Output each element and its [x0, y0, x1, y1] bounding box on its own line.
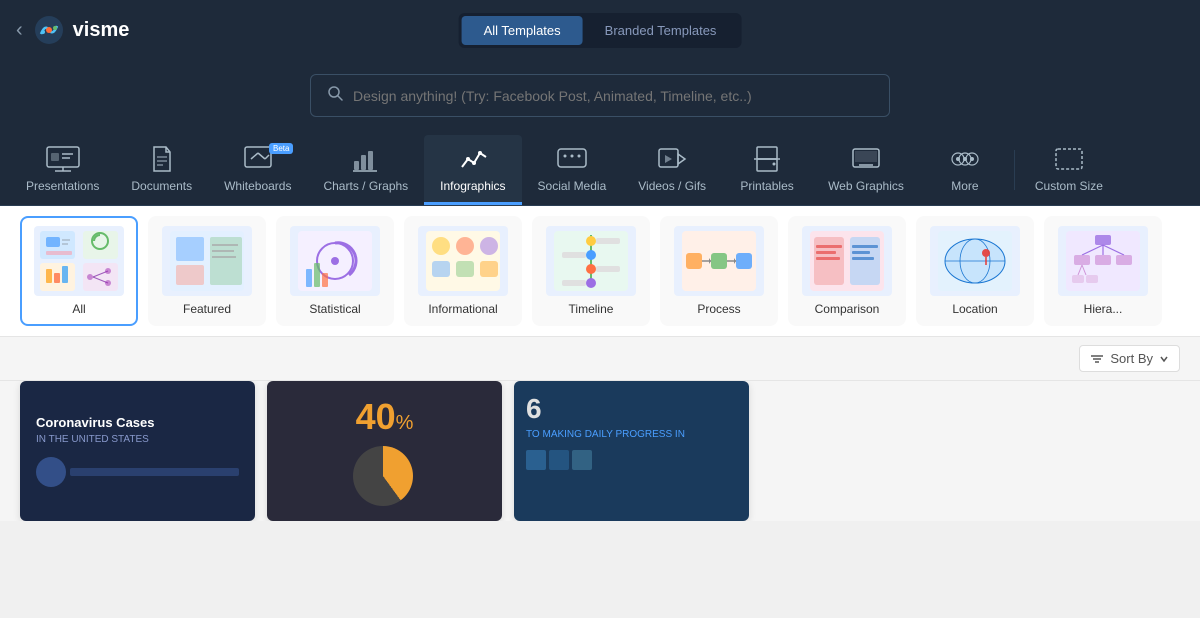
category-videos[interactable]: Videos / Gifs [622, 135, 722, 205]
presentations-icon [45, 145, 81, 173]
category-custom-label: Custom Size [1035, 179, 1103, 193]
beta-badge: Beta [269, 143, 293, 154]
sub-filter-all[interactable]: All [20, 216, 138, 326]
sub-filter-informational[interactable]: Informational [404, 216, 522, 326]
sub-filter-all-thumb [34, 226, 124, 296]
category-webgraphics-label: Web Graphics [828, 179, 904, 193]
sub-filter-featured-thumb [162, 226, 252, 296]
template-card-covid[interactable]: Coronavirus Cases IN THE UNITED STATES [20, 381, 255, 521]
category-more-label: More [951, 179, 978, 193]
videos-icon [654, 145, 690, 173]
sub-filter-timeline-thumb [546, 226, 636, 296]
forty-number: 40 [356, 396, 396, 438]
six-text: TO MAKING DAILY PROGRESS IN [526, 429, 737, 440]
category-custom[interactable]: Custom Size [1019, 135, 1119, 205]
search-icon [327, 85, 343, 106]
documents-icon [144, 145, 180, 173]
infographics-icon [455, 145, 491, 173]
social-icon [554, 145, 590, 173]
sub-filters: All Featured [0, 206, 1200, 337]
category-documents[interactable]: Documents [115, 135, 208, 205]
chevron-down-icon [1159, 354, 1169, 364]
content-area: All Featured [0, 206, 1200, 521]
sort-label: Sort By [1110, 351, 1153, 366]
preview-cards: Coronavirus Cases IN THE UNITED STATES 4… [0, 381, 1200, 521]
sub-filter-timeline-label: Timeline [569, 302, 614, 316]
sub-filter-informational-label: Informational [428, 302, 497, 316]
charts-icon [348, 145, 384, 173]
category-documents-label: Documents [131, 179, 192, 193]
category-nav: Presentations Documents Beta Whiteboards [0, 135, 1200, 206]
sub-filter-all-label: All [72, 302, 85, 316]
sub-filter-process-thumb [674, 226, 764, 296]
sub-filter-featured[interactable]: Featured [148, 216, 266, 326]
covid-subtitle: IN THE UNITED STATES [36, 434, 239, 445]
sub-filter-timeline[interactable]: Timeline [532, 216, 650, 326]
sort-icon [1090, 352, 1104, 366]
webgraphics-icon [848, 145, 884, 173]
sub-filter-featured-label: Featured [183, 302, 231, 316]
search-input[interactable] [353, 88, 873, 104]
branded-templates-tab[interactable]: Branded Templates [583, 16, 739, 45]
sub-filter-informational-thumb [418, 226, 508, 296]
donut-chart [353, 446, 413, 506]
category-more[interactable]: More [920, 135, 1010, 205]
template-tabs: All Templates Branded Templates [459, 13, 742, 48]
category-infographics-label: Infographics [440, 179, 505, 193]
sub-filter-process[interactable]: Process [660, 216, 778, 326]
sub-filter-hierarchy[interactable]: Hiera... [1044, 216, 1162, 326]
sort-button[interactable]: Sort By [1079, 345, 1180, 372]
custom-icon [1051, 145, 1087, 173]
category-printables-label: Printables [740, 179, 793, 193]
category-charts[interactable]: Charts / Graphs [307, 135, 424, 205]
sub-filter-statistical-label: Statistical [309, 302, 360, 316]
sub-filter-statistical[interactable]: Statistical [276, 216, 394, 326]
sort-bar: Sort By [0, 337, 1200, 381]
category-infographics[interactable]: Infographics [424, 135, 521, 205]
search-area [0, 60, 1200, 135]
template-card-40pct[interactable]: 40 % [267, 381, 502, 521]
category-whiteboards-label: Whiteboards [224, 179, 291, 193]
sub-filter-hierarchy-label: Hiera... [1084, 302, 1123, 316]
logo: visme [33, 14, 130, 46]
sub-filter-location-label: Location [952, 302, 997, 316]
template-card-6[interactable]: 6 TO MAKING DAILY PROGRESS IN [514, 381, 749, 521]
sub-filter-process-label: Process [697, 302, 740, 316]
sub-filter-comparison[interactable]: Comparison [788, 216, 906, 326]
covid-title: Coronavirus Cases [36, 415, 239, 430]
category-charts-label: Charts / Graphs [323, 179, 408, 193]
six-number: 6 [526, 393, 737, 425]
category-webgraphics[interactable]: Web Graphics [812, 135, 920, 205]
back-button[interactable]: ‹ [16, 19, 23, 42]
search-box [310, 74, 890, 117]
logo-text: visme [73, 19, 130, 42]
category-social[interactable]: Social Media [522, 135, 623, 205]
sub-filter-location[interactable]: Location [916, 216, 1034, 326]
sub-filter-comparison-thumb [802, 226, 892, 296]
logo-icon [33, 14, 65, 46]
sub-filter-statistical-thumb [290, 226, 380, 296]
printables-icon [749, 145, 785, 173]
category-social-label: Social Media [538, 179, 607, 193]
category-whiteboards[interactable]: Beta Whiteboards [208, 135, 307, 205]
category-presentations-label: Presentations [26, 179, 99, 193]
sub-filter-hierarchy-thumb [1058, 226, 1148, 296]
all-templates-tab[interactable]: All Templates [462, 16, 583, 45]
more-icon [947, 145, 983, 173]
top-bar: ‹ visme All Templates Branded Templates [0, 0, 1200, 60]
category-videos-label: Videos / Gifs [638, 179, 706, 193]
category-presentations[interactable]: Presentations [10, 135, 115, 205]
category-printables[interactable]: Printables [722, 135, 812, 205]
sub-filter-comparison-label: Comparison [815, 302, 880, 316]
forty-percent: % [396, 412, 414, 435]
sub-filter-location-thumb [930, 226, 1020, 296]
